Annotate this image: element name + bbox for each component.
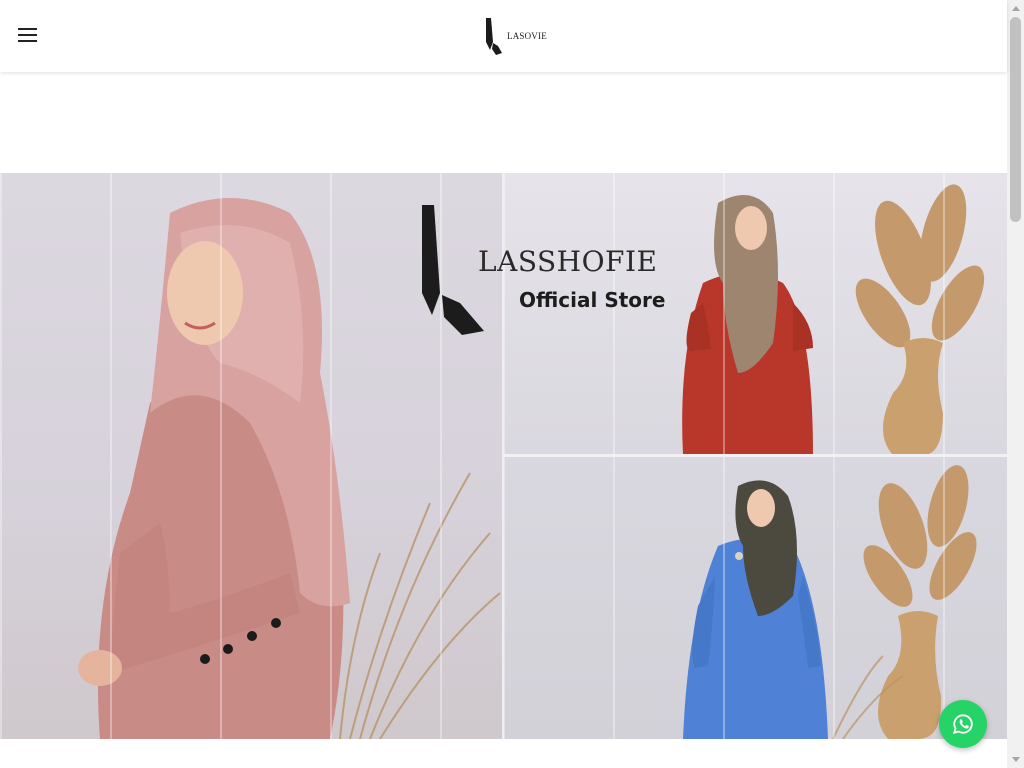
whatsapp-icon	[952, 714, 973, 735]
hamburger-menu-icon[interactable]	[18, 27, 38, 43]
whatsapp-chat-button[interactable]	[939, 700, 987, 748]
store-name: LASSHOFIE	[478, 245, 658, 278]
scroll-down-button[interactable]	[1007, 751, 1024, 768]
brand-logo-link[interactable]: LASOVIE	[484, 16, 547, 56]
hero-image-blue-dress	[503, 456, 1007, 739]
hero-image-red-dress	[503, 173, 1007, 455]
lasovie-logo-icon	[486, 18, 502, 55]
store-subtitle: Official Store	[519, 288, 666, 312]
scrollbar-thumb[interactable]	[1010, 17, 1021, 222]
page-scrollbar[interactable]	[1007, 0, 1024, 768]
page: LASOVIE LASSHOFIE Official Store	[0, 0, 1024, 768]
panel-divider	[503, 454, 1007, 457]
brand-name: LASOVIE	[507, 31, 547, 41]
scroll-up-button[interactable]	[1007, 0, 1024, 17]
hero-banner: LASSHOFIE Official Store	[0, 173, 1007, 739]
site-header: LASOVIE	[0, 0, 1007, 72]
